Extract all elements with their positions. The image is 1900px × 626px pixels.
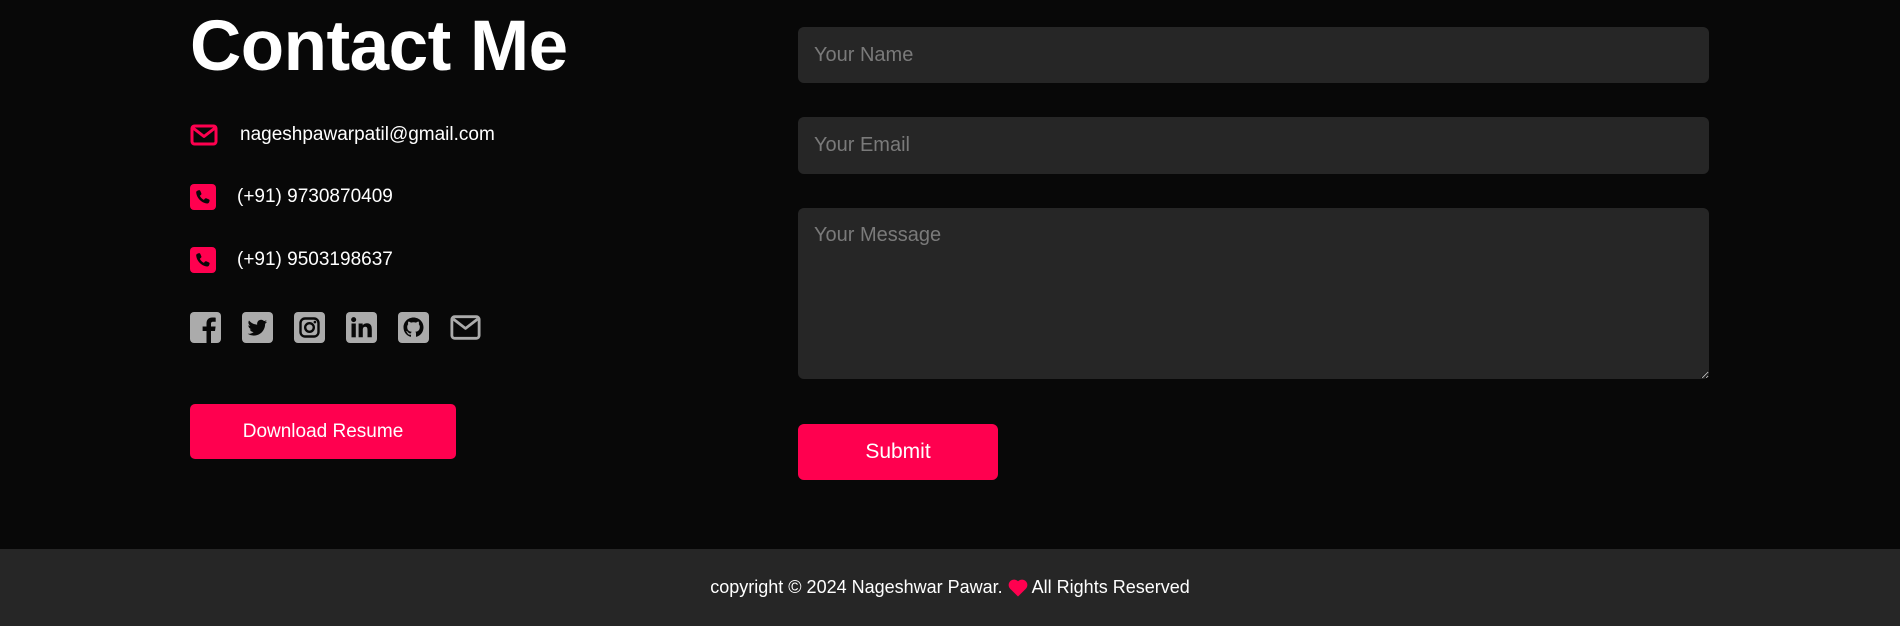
download-resume-button[interactable]: Download Resume (190, 404, 456, 459)
contact-email-row: nageshpawarpatil@gmail.com (190, 124, 495, 146)
linkedin-icon (346, 312, 377, 343)
rights-text: All Rights Reserved (1031, 577, 1190, 597)
github-link[interactable] (398, 312, 429, 343)
submit-button[interactable]: Submit (798, 424, 998, 480)
social-links (190, 312, 481, 343)
contact-phone-row: (+91) 9503198637 (190, 247, 393, 273)
name-input[interactable] (798, 27, 1709, 83)
phone-square-icon (190, 247, 216, 273)
contact-phone-row: (+91) 9730870409 (190, 184, 393, 210)
footer: copyright © 2024 Nageshwar Pawar. All Ri… (0, 549, 1900, 626)
envelope-icon (190, 124, 218, 146)
message-textarea[interactable] (798, 208, 1709, 379)
twitter-link[interactable] (242, 312, 273, 343)
contact-page: Contact Me nageshpawarpatil@gmail.com (+… (0, 0, 1900, 626)
page-title: Contact Me (190, 7, 568, 86)
github-icon (398, 312, 429, 343)
instagram-link[interactable] (294, 312, 325, 343)
facebook-link[interactable] (190, 312, 221, 343)
contact-email-text[interactable]: nageshpawarpatil@gmail.com (240, 124, 495, 146)
heart-icon (1008, 579, 1028, 597)
twitter-icon (242, 312, 273, 343)
instagram-icon (294, 312, 325, 343)
contact-phone-text[interactable]: (+91) 9730870409 (237, 186, 393, 208)
contact-phone-text[interactable]: (+91) 9503198637 (237, 249, 393, 271)
linkedin-link[interactable] (346, 312, 377, 343)
email-input[interactable] (798, 117, 1709, 174)
phone-square-icon (190, 184, 216, 210)
copyright-text: copyright © 2024 Nageshwar Pawar. (710, 577, 1003, 597)
envelope-icon (450, 315, 481, 340)
email-link[interactable] (450, 312, 481, 343)
facebook-icon (190, 312, 221, 343)
